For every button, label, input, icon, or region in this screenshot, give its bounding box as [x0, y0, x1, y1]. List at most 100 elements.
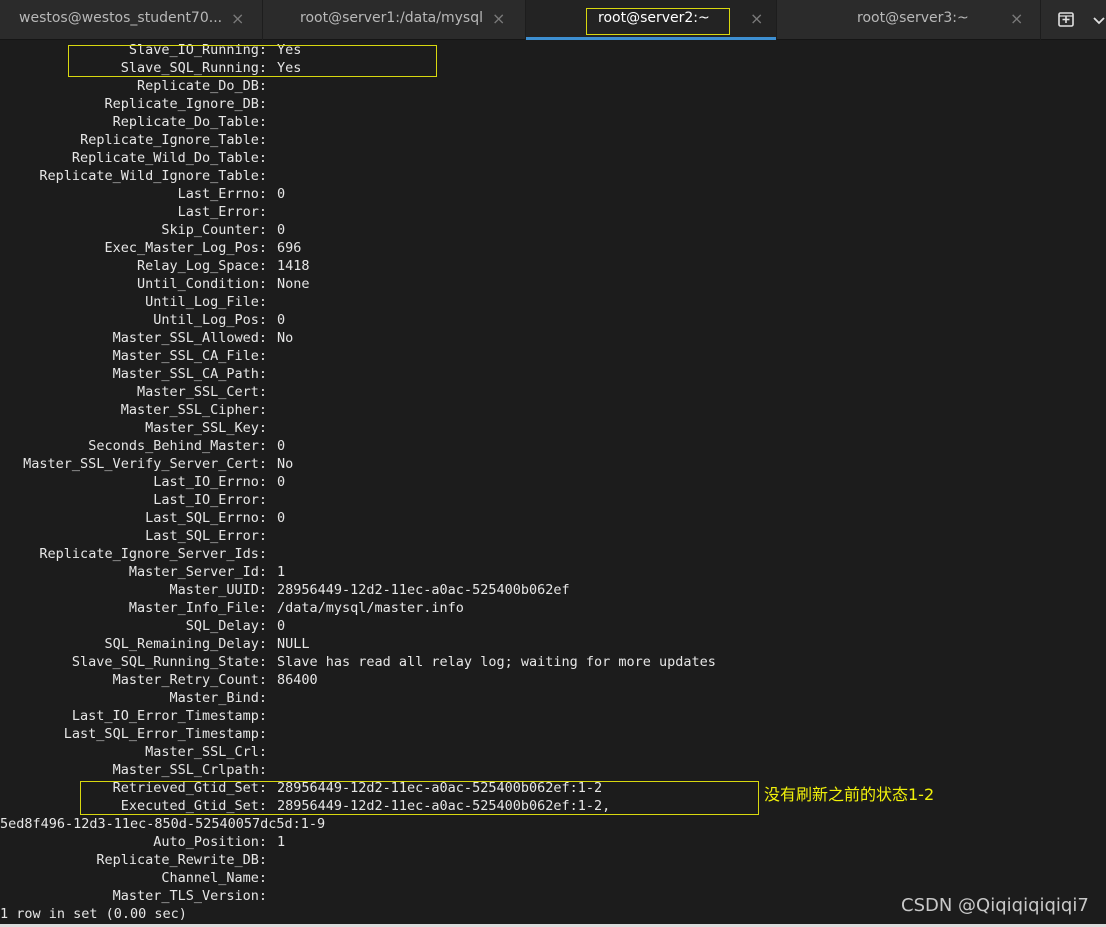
status-field-name: Seconds_Behind_Master:	[88, 438, 267, 454]
status-field-name: Master_TLS_Version:	[112, 888, 267, 904]
status-field-name: Replicate_Do_DB:	[136, 78, 267, 94]
status-field-name: Replicate_Wild_Do_Table:	[71, 150, 267, 166]
terminal-line: Master_SSL_CA_Path:	[0, 365, 1106, 383]
terminal-line: Replicate_Wild_Ignore_Table:	[0, 167, 1106, 185]
tab-label: root@server3:~	[857, 10, 969, 26]
terminal-line: Master_SSL_Verify_Server_Cert: No	[0, 455, 1106, 473]
status-field-name: Skip_Counter:	[161, 222, 267, 238]
status-field-value: Slave has read all relay log; waiting fo…	[277, 654, 716, 670]
status-field-name: Last_Error:	[177, 204, 267, 220]
terminal-line: Slave_SQL_Running_State: Slave has read a…	[0, 653, 1106, 671]
status-field-name: Master_SSL_Cert:	[136, 384, 267, 400]
status-field-name: Master_SSL_Crl:	[145, 744, 267, 760]
status-field-value: None	[277, 276, 310, 292]
status-field-name: Replicate_Rewrite_DB:	[96, 852, 267, 868]
status-field-name: Master_UUID:	[169, 582, 267, 598]
status-field-value: 1	[277, 834, 286, 850]
new-terminal-button[interactable]	[1055, 9, 1077, 31]
terminal-line: Until_Log_Pos: 0	[0, 311, 1106, 329]
status-field-value: 0	[277, 474, 286, 490]
terminal-text: 1 row in set (0.00 sec)	[0, 906, 187, 922]
terminal-line: SQL_Remaining_Delay: NULL	[0, 635, 1106, 653]
terminal-line: Replicate_Do_DB:	[0, 77, 1106, 95]
terminal-line: Replicate_Rewrite_DB:	[0, 851, 1106, 869]
status-field-name: Master_SSL_Cipher:	[120, 402, 267, 418]
status-field-value: No	[277, 330, 294, 346]
status-field-name: Master_Server_Id:	[128, 564, 267, 580]
terminal-line: Relay_Log_Space: 1418	[0, 257, 1106, 275]
tab-label: root@server1:/data/mysql	[300, 10, 483, 26]
status-field-name: Master_SSL_CA_Path:	[112, 366, 267, 382]
tab-label: westos@westos_student70...	[19, 10, 223, 26]
status-field-value: 0	[277, 618, 286, 634]
status-field-name: SQL_Remaining_Delay:	[104, 636, 267, 652]
terminal-line: Master_SSL_Cert:	[0, 383, 1106, 401]
status-field-name: Last_SQL_Error_Timestamp:	[63, 726, 267, 742]
tab-server3[interactable]: root@server3:~ ×	[777, 0, 1040, 40]
status-field-value: /data/mysql/master.info	[277, 600, 464, 616]
annotation-note: 没有刷新之前的状态1-2	[764, 785, 935, 804]
terminal-line: Master_SSL_Cipher:	[0, 401, 1106, 419]
status-field-name: Auto_Position:	[153, 834, 267, 850]
terminal-line: Master_SSL_Allowed: No	[0, 329, 1106, 347]
terminal-line: Master_Info_File: /data/mysql/master.info	[0, 599, 1106, 617]
status-field-value: 28956449-12d2-11ec-a0ac-525400b062ef	[277, 582, 570, 598]
status-field-name: Master_SSL_CA_File:	[112, 348, 267, 364]
status-field-name: SQL_Delay:	[185, 618, 267, 634]
terminal-line: Last_Errno: 0	[0, 185, 1106, 203]
status-field-value: 0	[277, 186, 286, 202]
status-field-value: 0	[277, 438, 286, 454]
status-field-name: Relay_Log_Space:	[136, 258, 267, 274]
status-field-name: Last_IO_Errno:	[153, 474, 267, 490]
status-field-name: Last_SQL_Errno:	[145, 510, 267, 526]
status-field-value: 696	[277, 240, 302, 256]
terminal-line: Last_SQL_Error:	[0, 527, 1106, 545]
terminal-line: Until_Log_File:	[0, 293, 1106, 311]
terminal-line: Channel_Name:	[0, 869, 1106, 887]
status-field-name: Replicate_Ignore_DB:	[104, 96, 267, 112]
terminal-line: Last_IO_Error:	[0, 491, 1106, 509]
terminal-line: Master_SSL_Key:	[0, 419, 1106, 437]
terminal-line: Replicate_Wild_Do_Table:	[0, 149, 1106, 167]
terminal-line: Master_SSL_Crlpath:	[0, 761, 1106, 779]
terminal-line: Replicate_Ignore_DB:	[0, 95, 1106, 113]
status-field-value: 0	[277, 312, 286, 328]
status-field-value: 0	[277, 222, 286, 238]
terminal-line: Replicate_Ignore_Server_Ids:	[0, 545, 1106, 563]
terminal-line: Last_SQL_Error_Timestamp:	[0, 725, 1106, 743]
status-field-name: Last_Errno:	[177, 186, 267, 202]
chevron-down-icon	[1093, 17, 1105, 25]
status-field-name: Channel_Name:	[161, 870, 267, 886]
tab-server1[interactable]: root@server1:/data/mysql ×	[263, 0, 525, 40]
status-field-name: Last_IO_Error:	[153, 492, 267, 508]
status-field-value: 1418	[277, 258, 310, 274]
tab-menu-button[interactable]	[1092, 12, 1106, 26]
terminal-line: Master_Server_Id: 1	[0, 563, 1106, 581]
terminal-line: Master_Bind:	[0, 689, 1106, 707]
status-field-value: No	[277, 456, 294, 472]
terminal-line: Master_Retry_Count: 86400	[0, 671, 1106, 689]
terminal-line: Auto_Position: 1	[0, 833, 1106, 851]
close-icon[interactable]: ×	[750, 9, 763, 28]
status-field-value: 1	[277, 564, 286, 580]
status-field-name: Master_SSL_Crlpath:	[112, 762, 267, 778]
status-field-name: Master_SSL_Allowed:	[112, 330, 267, 346]
close-icon[interactable]: ×	[231, 9, 244, 28]
status-field-name: Exec_Master_Log_Pos:	[104, 240, 267, 256]
terminal-line: Master_UUID: 28956449-12d2-11ec-a0ac-5254…	[0, 581, 1106, 599]
tab-westos-student[interactable]: westos@westos_student70... ×	[0, 0, 262, 40]
new-terminal-icon	[1058, 12, 1074, 27]
terminal-line: Replicate_Ignore_Table:	[0, 131, 1106, 149]
tab-divider	[1040, 0, 1041, 40]
status-field-name: Last_SQL_Error:	[145, 528, 267, 544]
status-field-name: Until_Log_Pos:	[153, 312, 267, 328]
slave-running-highlight-box	[68, 45, 437, 77]
close-icon[interactable]: ×	[492, 9, 505, 28]
terminal-line: Master_SSL_Crl:	[0, 743, 1106, 761]
terminal-line: Last_SQL_Errno: 0	[0, 509, 1106, 527]
close-icon[interactable]: ×	[1010, 9, 1023, 28]
terminal-line: Exec_Master_Log_Pos: 696	[0, 239, 1106, 257]
terminal-line: Last_IO_Errno: 0	[0, 473, 1106, 491]
terminal-line: Seconds_Behind_Master: 0	[0, 437, 1106, 455]
watermark: CSDN @Qiqiqiqiqiqi7	[901, 895, 1089, 916]
